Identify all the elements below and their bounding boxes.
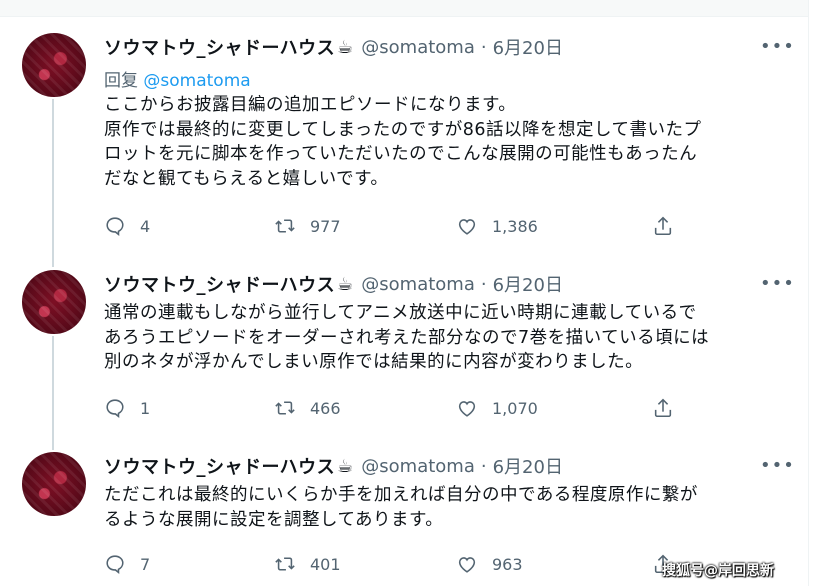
reply-count: 4: [140, 216, 151, 236]
user-handle[interactable]: @somatoma: [361, 37, 475, 58]
user-handle[interactable]: @somatoma: [361, 274, 475, 295]
reply-count: 1: [140, 398, 151, 418]
retweet-count: 401: [310, 554, 341, 574]
share-button[interactable]: [652, 212, 688, 240]
tweet-header: ソウマトウ_シャドーハウス ☕ @somatoma · 6月20日: [104, 453, 563, 479]
thread-line: [52, 336, 54, 450]
retweet-icon: [275, 401, 295, 415]
retweet-icon: [275, 557, 295, 571]
reply-icon: [106, 399, 124, 418]
retweet-button[interactable]: 977: [274, 212, 341, 240]
coffee-emoji-icon: ☕: [337, 273, 354, 295]
reply-to-link[interactable]: @somatoma: [143, 71, 250, 91]
retweet-count: 466: [310, 398, 341, 418]
reply-button[interactable]: 7: [104, 550, 150, 578]
timeline-border: [808, 0, 809, 586]
more-options-icon[interactable]: •••: [760, 455, 795, 476]
like-count: 1,386: [492, 216, 538, 236]
tweet-header: ソウマトウ_シャドーハウス ☕ @somatoma · 6月20日: [104, 271, 563, 297]
heart-icon: [458, 557, 476, 573]
tweet-text: ただこれは最終的にいくらか手を加えれば自分の中である程度原作に繋が るような展開…: [104, 485, 698, 530]
share-icon: [654, 398, 672, 418]
like-button[interactable]: 963: [456, 550, 523, 578]
replying-to: 回复 @somatoma: [104, 66, 251, 91]
like-button[interactable]: 1,070: [456, 394, 538, 422]
tweet-actions: 7 401 963: [104, 550, 704, 578]
tweet-actions: 1 466 1,070: [104, 394, 704, 422]
tweet-date[interactable]: 6月20日: [493, 34, 563, 60]
watermark-text: 搜狐号@岸回思新: [662, 563, 774, 579]
user-handle[interactable]: @somatoma: [361, 456, 475, 477]
display-name[interactable]: ソウマトウ_シャドーハウス: [104, 34, 335, 60]
reply-label: 回复: [104, 71, 138, 91]
display-name[interactable]: ソウマトウ_シャドーハウス: [104, 453, 335, 479]
like-count: 1,070: [492, 398, 538, 418]
display-name[interactable]: ソウマトウ_シャドーハウス: [104, 271, 335, 297]
separator-dot: ·: [480, 36, 487, 58]
like-button[interactable]: 1,386: [456, 212, 538, 240]
avatar[interactable]: [22, 452, 86, 516]
tweet-date[interactable]: 6月20日: [493, 453, 563, 479]
tweet-actions: 4 977 1,386: [104, 212, 704, 240]
heart-icon: [458, 401, 476, 417]
retweet-icon: [275, 219, 295, 233]
thread-line: [52, 99, 54, 267]
coffee-emoji-icon: ☕: [337, 36, 354, 58]
retweet-button[interactable]: 401: [274, 550, 341, 578]
tweet-header: ソウマトウ_シャドーハウス ☕ @somatoma · 6月20日: [104, 34, 563, 60]
more-options-icon[interactable]: •••: [760, 36, 795, 57]
reply-count: 7: [140, 554, 151, 574]
separator-dot: ·: [480, 455, 487, 477]
heart-icon: [458, 219, 476, 235]
reply-button[interactable]: 4: [104, 212, 150, 240]
tweet-text: ここからお披露目編の追加エピソードになります。 原作では最終的に変更してしまった…: [104, 95, 702, 189]
reply-icon: [106, 555, 124, 574]
like-count: 963: [492, 554, 523, 574]
tweet-text: 通常の連載もしながら並行してアニメ放送中に近い時期に連載しているで あろうエピソ…: [104, 303, 710, 372]
more-options-icon[interactable]: •••: [760, 273, 795, 294]
separator-dot: ·: [480, 273, 487, 295]
retweet-count: 977: [310, 216, 341, 236]
reply-icon: [106, 217, 124, 236]
share-button[interactable]: [652, 394, 688, 422]
avatar[interactable]: [22, 33, 86, 97]
reply-button[interactable]: 1: [104, 394, 150, 422]
retweet-button[interactable]: 466: [274, 394, 341, 422]
avatar[interactable]: [22, 270, 86, 334]
coffee-emoji-icon: ☕: [337, 455, 354, 477]
timeline-top-strip: [0, 0, 808, 17]
share-icon: [654, 216, 672, 236]
tweet-date[interactable]: 6月20日: [493, 271, 563, 297]
